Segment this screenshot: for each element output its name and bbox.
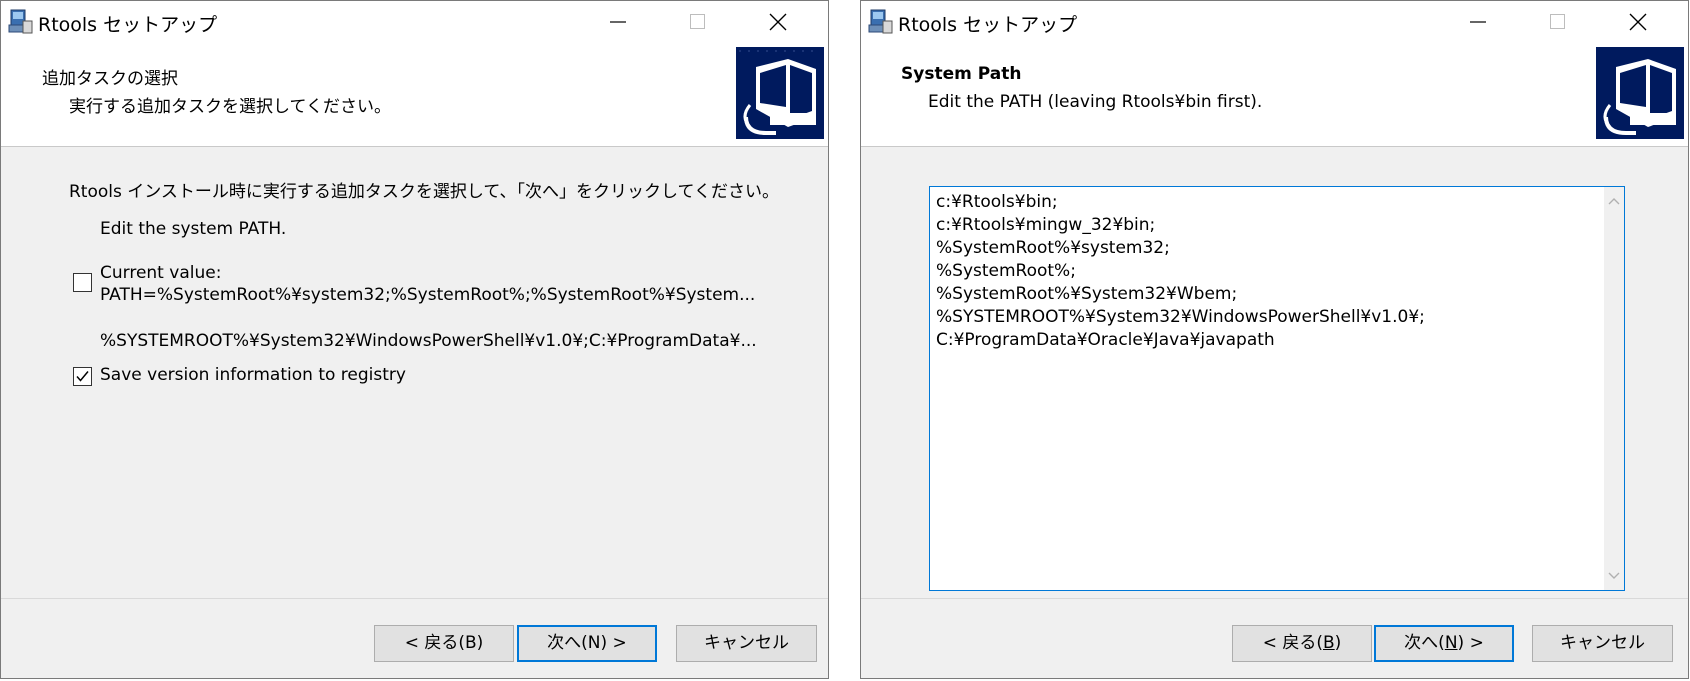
- title-bar[interactable]: Rtools セットアップ: [1, 1, 828, 44]
- maximize-button: [659, 1, 739, 44]
- save-version-checkbox[interactable]: [73, 367, 92, 386]
- footer-divider: [861, 598, 1688, 599]
- back-button[interactable]: < 戻る(B): [374, 625, 514, 662]
- checkmark-icon: [76, 371, 89, 382]
- back-label-key: B: [1322, 633, 1335, 653]
- window-title: Rtools セットアップ: [898, 14, 1078, 36]
- path-line: %SYSTEMROOT%¥System32¥WindowsPowerShell¥…: [936, 307, 1425, 327]
- current-value-path-line1: PATH=%SystemRoot%¥system32;%SystemRoot%;…: [100, 285, 756, 305]
- wizard-header: 追加タスクの選択 実行する追加タスクを選択してください。: [1, 44, 828, 147]
- next-button[interactable]: 次へ(N) >: [1374, 625, 1514, 662]
- close-icon: [1629, 13, 1647, 31]
- scroll-down-icon[interactable]: [1608, 572, 1620, 580]
- maximize-button: [1519, 1, 1599, 44]
- installer-computer-icon: [1596, 47, 1684, 139]
- cancel-button[interactable]: キャンセル: [1532, 625, 1673, 662]
- cancel-button[interactable]: キャンセル: [676, 625, 817, 662]
- save-version-label[interactable]: Save version information to registry: [100, 365, 406, 385]
- page-subtitle: Edit the PATH (leaving Rtools¥bin first)…: [928, 92, 1263, 112]
- minimize-icon: [1470, 21, 1486, 23]
- title-bar[interactable]: Rtools セットアップ: [861, 1, 1688, 44]
- close-button[interactable]: [1599, 1, 1679, 44]
- maximize-icon: [690, 14, 705, 29]
- setup-window-system-path: Rtools セットアップ System Path Edit the PATH …: [860, 0, 1689, 679]
- vertical-scrollbar[interactable]: [1604, 187, 1624, 590]
- minimize-icon: [610, 21, 626, 23]
- setup-window-tasks: Rtools セットアップ 追加タスクの選択 実行する追加タスクを選択してくださ…: [0, 0, 829, 679]
- task-group-label: Edit the system PATH.: [100, 219, 287, 239]
- next-label-prefix: 次へ(: [1404, 633, 1445, 653]
- path-line: C:¥ProgramData¥Oracle¥Java¥javapath: [936, 330, 1275, 350]
- footer-divider: [1, 598, 828, 599]
- path-line: %SystemRoot%;: [936, 261, 1076, 281]
- back-label-prefix: < 戻る(: [1262, 633, 1323, 653]
- path-textarea[interactable]: c:¥Rtools¥bin; c:¥Rtools¥mingw_32¥bin; %…: [929, 186, 1625, 591]
- minimize-button[interactable]: [1439, 1, 1519, 44]
- window-title: Rtools セットアップ: [38, 14, 218, 36]
- close-icon: [769, 13, 787, 31]
- path-line: %SystemRoot%¥system32;: [936, 238, 1170, 258]
- next-label-suffix: ) >: [1457, 633, 1484, 653]
- path-lines: c:¥Rtools¥bin; c:¥Rtools¥mingw_32¥bin; %…: [936, 191, 1425, 352]
- page-title: System Path: [901, 64, 1022, 84]
- installer-computer-icon: [736, 47, 824, 139]
- wizard-header: System Path Edit the PATH (leaving Rtool…: [861, 44, 1688, 147]
- installer-app-icon: [8, 9, 33, 34]
- intro-text: Rtools インストール時に実行する追加タスクを選択して、「次へ」をクリックし…: [69, 182, 780, 202]
- installer-app-icon: [868, 9, 893, 34]
- path-line: c:¥Rtools¥mingw_32¥bin;: [936, 215, 1156, 235]
- next-label-key: N: [1444, 633, 1458, 653]
- scroll-up-icon[interactable]: [1608, 197, 1620, 205]
- current-value-path-line2: %SYSTEMROOT%¥System32¥WindowsPowerShell¥…: [100, 331, 757, 351]
- back-button[interactable]: < 戻る(B): [1232, 625, 1372, 662]
- page-title: 追加タスクの選択: [42, 69, 178, 89]
- minimize-button[interactable]: [579, 1, 659, 44]
- next-button[interactable]: 次へ(N) >: [517, 625, 657, 662]
- path-line: c:¥Rtools¥bin;: [936, 192, 1058, 212]
- back-label-suffix: ): [1334, 633, 1342, 653]
- current-value-checkbox[interactable]: [73, 273, 92, 292]
- maximize-icon: [1550, 14, 1565, 29]
- close-button[interactable]: [739, 1, 819, 44]
- path-line: %SystemRoot%¥System32¥Wbem;: [936, 284, 1238, 304]
- page-subtitle: 実行する追加タスクを選択してください。: [69, 97, 391, 117]
- current-value-label[interactable]: Current value:: [100, 263, 221, 283]
